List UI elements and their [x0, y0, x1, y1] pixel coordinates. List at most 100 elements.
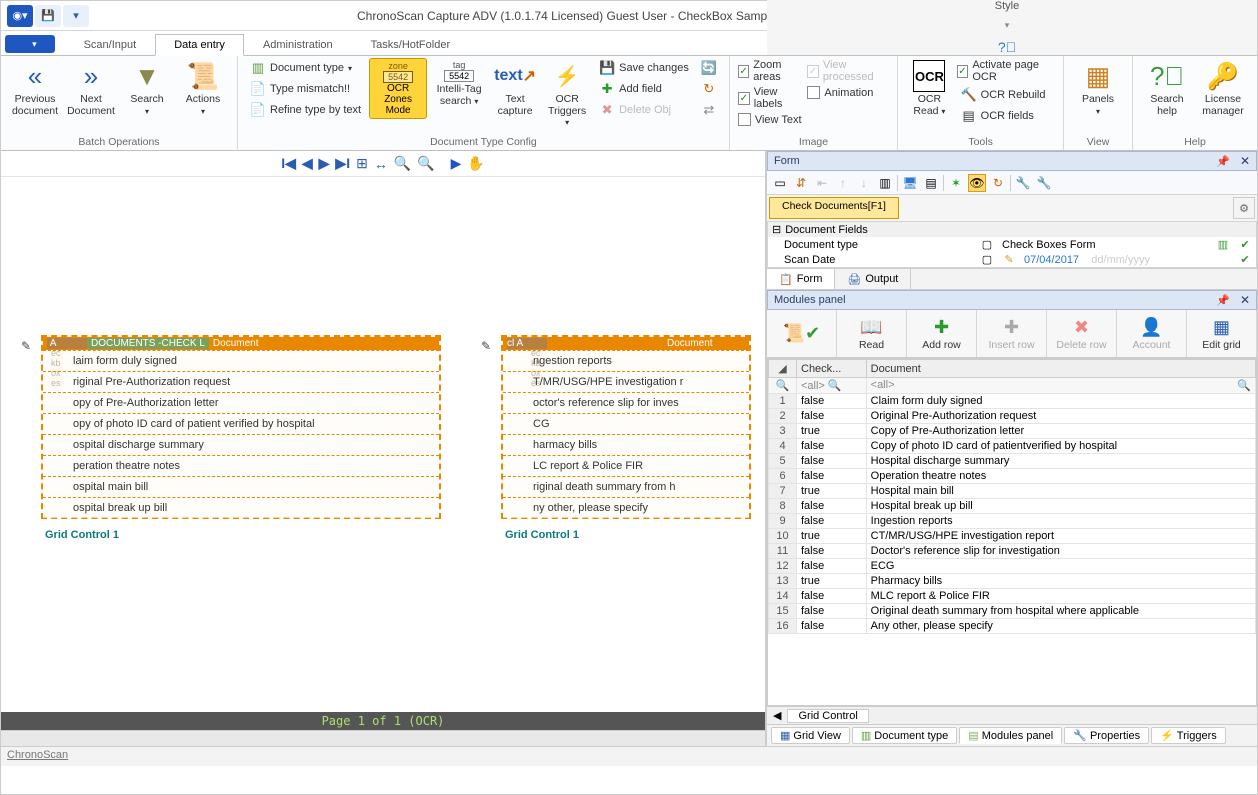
hand-icon[interactable]: ✋	[467, 155, 484, 172]
collapse-icon[interactable]: ⊟	[772, 223, 781, 236]
ribbon-extra-1[interactable]: 🔄	[697, 58, 721, 78]
footer-tab-document-type[interactable]: ▥Document type	[852, 727, 957, 744]
field-value[interactable]: 07/04/2017 dd/mm/yyyy	[1024, 254, 1230, 266]
view-processed-checkbox[interactable]: ✓View processed	[807, 58, 889, 84]
column-check-header[interactable]: Check...	[797, 360, 867, 378]
table-row[interactable]: 10trueCT/MR/USG/HPE investigation report	[769, 529, 1256, 544]
table-row[interactable]: 8falseHospital break up bill	[769, 499, 1256, 514]
grid-zone-row[interactable]: ospital main bill	[43, 476, 439, 497]
form-gear-button[interactable]: ⚙	[1233, 197, 1255, 219]
cell-document[interactable]: Hospital discharge summary	[866, 454, 1255, 469]
pin-icon[interactable]: 📌	[1216, 155, 1230, 168]
style-dropdown-icon[interactable]: ▾	[1005, 20, 1010, 31]
tb-1[interactable]: ▭	[771, 174, 789, 192]
grid-zone-row[interactable]: opy of Pre-Authorization letter	[43, 392, 439, 413]
row-number[interactable]: 15	[769, 604, 797, 619]
grid-zone-row[interactable]: riginal Pre-Authorization request	[43, 371, 439, 392]
cell-check[interactable]: false	[797, 394, 867, 409]
cell-check[interactable]: false	[797, 544, 867, 559]
cell-document[interactable]: Original Pre-Authorization request	[866, 409, 1255, 424]
tab-form[interactable]: 📋Form	[767, 269, 835, 289]
cell-check[interactable]: false	[797, 439, 867, 454]
search-button[interactable]: ▼ Search▾	[121, 58, 173, 119]
intellitag-search-button[interactable]: tag 5542 Intelli-Tag search ▾	[431, 58, 487, 109]
table-row[interactable]: 7trueHospital main bill	[769, 484, 1256, 499]
tb-7[interactable]: 🖥	[901, 174, 919, 192]
table-row[interactable]: 9falseIngestion reports	[769, 514, 1256, 529]
account-button[interactable]: 👤Account	[1117, 310, 1187, 357]
filter-document[interactable]: <all>🔍	[866, 378, 1255, 394]
edit-icon[interactable]: ✎	[1002, 253, 1016, 266]
cell-document[interactable]: Pharmacy bills	[866, 574, 1255, 589]
row-number[interactable]: 6	[769, 469, 797, 484]
filter-icon[interactable]: 🔍	[776, 380, 790, 392]
grid-zone-row[interactable]: opy of photo ID card of patient verified…	[43, 413, 439, 434]
row-number[interactable]: 2	[769, 409, 797, 424]
tab-data-entry[interactable]: Data entry	[155, 34, 244, 56]
add-field-button[interactable]: ✚Add field	[595, 79, 693, 99]
footer-tab-triggers[interactable]: ⚡Triggers	[1151, 727, 1226, 744]
tb-2[interactable]: ⇵	[792, 174, 810, 192]
cell-document[interactable]: Operation theatre notes	[866, 469, 1255, 484]
license-manager-button[interactable]: 🔑 License manager	[1197, 58, 1249, 119]
view-labels-checkbox[interactable]: ✓View labels	[738, 85, 804, 111]
grid-zone-row[interactable]: LC report & Police FIR	[503, 455, 749, 476]
cell-document[interactable]: Ingestion reports	[866, 514, 1255, 529]
first-page-icon[interactable]: I◀	[281, 155, 296, 172]
insert-row-button[interactable]: ✚Insert row	[977, 310, 1047, 357]
table-row[interactable]: 2falseOriginal Pre-Authorization request	[769, 409, 1256, 424]
search-help-button[interactable]: ?⃝ Search help	[1141, 58, 1193, 119]
cell-document[interactable]: Hospital main bill	[866, 484, 1255, 499]
zoom-in-icon[interactable]: 🔍	[394, 155, 411, 172]
table-row[interactable]: 12falseECG	[769, 559, 1256, 574]
grid-zone-row[interactable]: laim form duly signed	[43, 350, 439, 371]
tab-tasks-hotfolder[interactable]: Tasks/HotFolder	[352, 34, 469, 55]
type-mismatch-button[interactable]: 📄Type mismatch!!	[246, 79, 365, 99]
next-document-button[interactable]: » Next Document	[65, 58, 117, 119]
table-row[interactable]: 13truePharmacy bills	[769, 574, 1256, 589]
tb-5[interactable]: ↓	[855, 174, 873, 192]
tb-6[interactable]: ▥	[876, 174, 894, 192]
row-number[interactable]: 7	[769, 484, 797, 499]
table-row[interactable]: 1falseClaim form duly signed	[769, 394, 1256, 409]
table-row[interactable]: 15falseOriginal death summary from hospi…	[769, 604, 1256, 619]
cell-document[interactable]: MLC report & Police FIR	[866, 589, 1255, 604]
help-icon[interactable]: ?⃝	[998, 39, 1016, 55]
actions-button[interactable]: 📜 Actions▾	[177, 58, 229, 119]
tb-9[interactable]: ✶	[947, 174, 965, 192]
filter-check[interactable]: <all> 🔍	[797, 378, 867, 394]
tb-11[interactable]: 🔧	[1014, 174, 1032, 192]
cell-document[interactable]: Claim form duly signed	[866, 394, 1255, 409]
close-icon[interactable]: ✕	[1240, 293, 1250, 307]
tab-output[interactable]: 🖨Output	[835, 269, 911, 289]
cell-document[interactable]: CT/MR/USG/HPE investigation report	[866, 529, 1255, 544]
tb-12[interactable]: 🔧	[1035, 174, 1053, 192]
row-number[interactable]: 8	[769, 499, 797, 514]
cell-check[interactable]: false	[797, 469, 867, 484]
table-row[interactable]: 6falseOperation theatre notes	[769, 469, 1256, 484]
footer-tab-modules-panel[interactable]: ▤Modules panel	[959, 727, 1062, 744]
row-number[interactable]: 14	[769, 589, 797, 604]
grid-zone-right[interactable]: cl ADocument ngestion reportsT/MR/USG/HP…	[501, 335, 751, 519]
pointer-icon[interactable]: ▶	[451, 155, 462, 172]
check-documents-button[interactable]: Check Documents[F1]	[769, 197, 899, 219]
grid-control-tab[interactable]: Grid Control	[787, 709, 868, 723]
table-row[interactable]: 14falseMLC report & Police FIR	[769, 589, 1256, 604]
row-number[interactable]: 4	[769, 439, 797, 454]
accept-button[interactable]: 📜✔	[767, 310, 837, 357]
file-menu-button[interactable]	[5, 35, 55, 53]
cell-check[interactable]: false	[797, 409, 867, 424]
table-row[interactable]: 3trueCopy of Pre-Authorization letter	[769, 424, 1256, 439]
row-number[interactable]: 3	[769, 424, 797, 439]
row-number[interactable]: 1	[769, 394, 797, 409]
grid-zone-row[interactable]: ospital break up bill	[43, 497, 439, 518]
status-bar[interactable]: ChronoScan	[1, 746, 1257, 766]
grid-zone-row[interactable]: riginal death summary from h	[503, 476, 749, 497]
cell-check[interactable]: false	[797, 559, 867, 574]
cell-check[interactable]: false	[797, 514, 867, 529]
row-number[interactable]: 12	[769, 559, 797, 574]
pin-icon[interactable]: 📌	[1216, 294, 1230, 307]
fit-page-icon[interactable]: ⊞	[356, 155, 368, 172]
row-number[interactable]: 11	[769, 544, 797, 559]
edit-grid-button[interactable]: ▦Edit grid	[1187, 310, 1257, 357]
